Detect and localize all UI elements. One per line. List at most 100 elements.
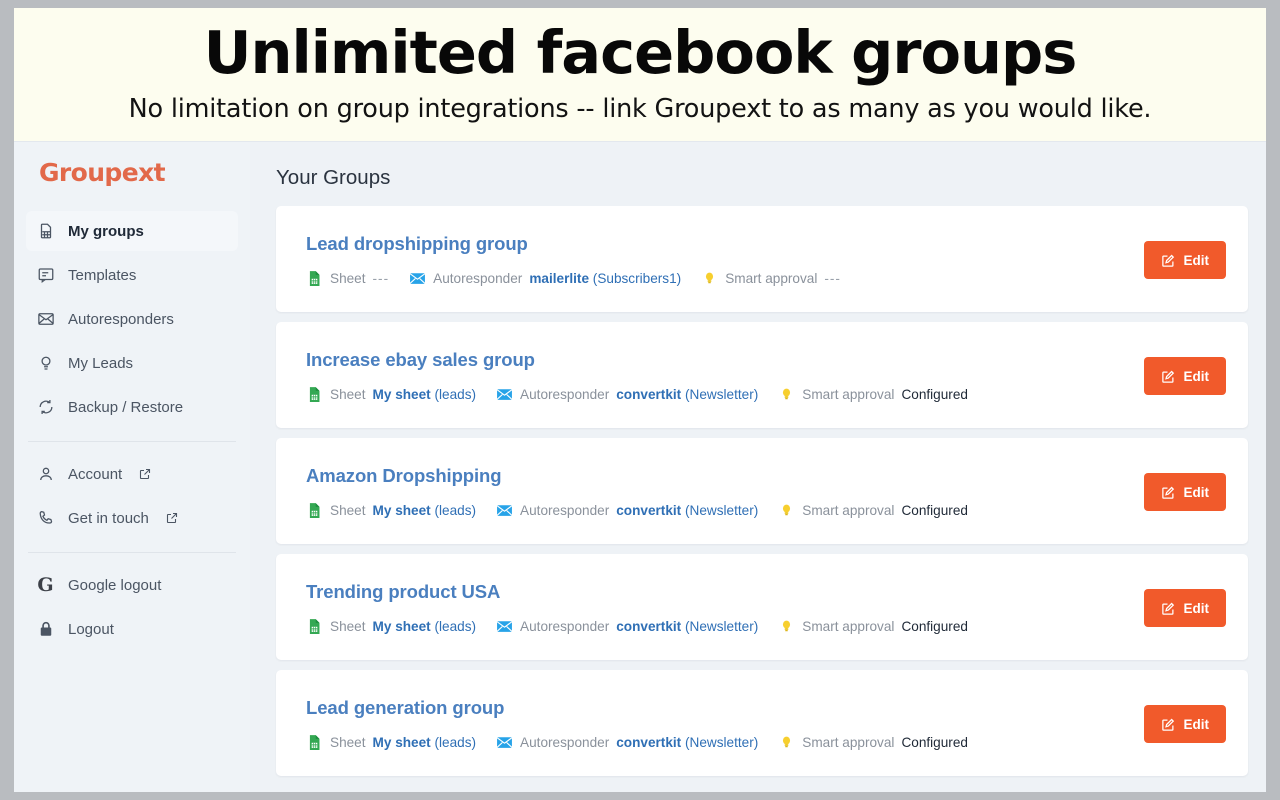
edit-group-button[interactable]: Edit bbox=[1143, 357, 1226, 396]
group-card-body: Increase ebay sales group Sheet My sheet (… bbox=[306, 349, 1126, 403]
sheet-value[interactable]: My sheet (leads) bbox=[373, 503, 477, 518]
smart-approval-value: Configured bbox=[901, 503, 968, 519]
smart-approval-value: Configured bbox=[901, 387, 968, 403]
autoresponder-label: Autoresponder bbox=[520, 619, 610, 635]
group-card: Amazon Dropshipping Sheet My sheet (leads)… bbox=[276, 438, 1248, 545]
mail-blue-icon bbox=[496, 618, 513, 635]
pencil-square-icon bbox=[1161, 601, 1176, 616]
sidebar-item-label: Logout bbox=[68, 620, 114, 638]
smart-approval-label: Smart approval bbox=[802, 735, 895, 751]
sidebar-item-my-groups[interactable]: My groups bbox=[26, 211, 238, 252]
group-meta-row: Sheet My sheet (leads) Autoresponder conver… bbox=[306, 502, 1126, 519]
smart-approval-meta: Smart approval --- bbox=[701, 270, 841, 287]
smart-approval-value: --- bbox=[824, 271, 841, 287]
google-g-icon: G bbox=[37, 573, 54, 596]
page-title: Your Groups bbox=[276, 166, 391, 190]
smart-approval-meta: Smart approval Configured bbox=[778, 618, 968, 635]
autoresponder-value[interactable]: convertkit (Newsletter) bbox=[616, 619, 758, 634]
group-card-body: Amazon Dropshipping Sheet My sheet (leads)… bbox=[306, 465, 1126, 519]
sheets-doc-icon bbox=[306, 618, 323, 635]
pencil-square-icon bbox=[1161, 253, 1176, 268]
autoresponder-value[interactable]: convertkit (Newsletter) bbox=[616, 503, 758, 518]
external-link-icon bbox=[139, 468, 151, 480]
promo-title: Unlimited facebook groups bbox=[203, 18, 1078, 87]
sidebar-item-autoresponders[interactable]: Autoresponders bbox=[26, 299, 238, 339]
sheets-doc-icon bbox=[306, 734, 323, 751]
sheet-label: Sheet bbox=[330, 503, 366, 519]
group-card-body: Trending product USA Sheet My sheet (leads… bbox=[306, 581, 1126, 635]
sidebar-item-label: Autoresponders bbox=[68, 310, 174, 328]
sidebar-item-get-in-touch[interactable]: Get in touch bbox=[26, 498, 238, 538]
sidebar-item-label: Account bbox=[68, 465, 123, 483]
sidebar-item-label: My groups bbox=[68, 222, 144, 240]
autoresponder-label: Autoresponder bbox=[520, 503, 610, 519]
bulb-yellow-icon bbox=[778, 618, 795, 635]
group-name-link[interactable]: Lead generation group bbox=[306, 697, 1126, 719]
group-meta-row: Sheet My sheet (leads) Autoresponder conver… bbox=[306, 618, 1126, 635]
promo-banner: Unlimited facebook groups No limitation … bbox=[14, 8, 1266, 142]
user-icon bbox=[36, 465, 55, 484]
sheet-label: Sheet bbox=[330, 271, 366, 287]
promo-subtitle: No limitation on group integrations -- l… bbox=[128, 93, 1152, 124]
sidebar-divider-1 bbox=[28, 441, 236, 443]
sheet-meta: Sheet My sheet (leads) bbox=[306, 502, 476, 519]
autoresponder-label: Autoresponder bbox=[520, 735, 610, 751]
autoresponder-value[interactable]: convertkit (Newsletter) bbox=[616, 387, 758, 402]
group-name-link[interactable]: Increase ebay sales group bbox=[306, 349, 1126, 371]
sidebar-item-label: Backup / Restore bbox=[68, 398, 184, 416]
sheet-meta: Sheet --- bbox=[306, 270, 389, 287]
sheet-meta: Sheet My sheet (leads) bbox=[306, 618, 476, 635]
sidebar-nav-secondary: Account Get in touch bbox=[26, 454, 238, 542]
pencil-square-icon bbox=[1161, 485, 1176, 500]
sidebar-item-account[interactable]: Account bbox=[26, 454, 238, 494]
group-name-link[interactable]: Amazon Dropshipping bbox=[306, 465, 1126, 487]
group-meta-row: Sheet --- Autoresponder mailerlite (Subscri… bbox=[306, 270, 1126, 287]
smart-approval-meta: Smart approval Configured bbox=[778, 386, 968, 403]
edit-group-button[interactable]: Edit bbox=[1143, 473, 1226, 512]
smart-approval-label: Smart approval bbox=[802, 387, 895, 403]
sheet-value[interactable]: My sheet (leads) bbox=[373, 619, 477, 634]
edit-button-label: Edit bbox=[1183, 252, 1210, 268]
sidebar-item-logout[interactable]: Logout bbox=[26, 609, 238, 649]
mail-blue-icon bbox=[496, 502, 513, 519]
app-viewport: Unlimited facebook groups No limitation … bbox=[14, 8, 1266, 792]
group-card-body: Lead dropshipping group Sheet --- Autorespo… bbox=[306, 233, 1126, 287]
sheet-value-empty: --- bbox=[372, 271, 390, 287]
smart-approval-label: Smart approval bbox=[802, 619, 895, 635]
bulb-yellow-icon bbox=[778, 386, 795, 403]
sheet-page-icon bbox=[36, 222, 55, 241]
autoresponder-meta: Autoresponder convertkit (Newsletter) bbox=[496, 502, 758, 519]
smart-approval-value: Configured bbox=[901, 619, 968, 635]
autoresponder-label: Autoresponder bbox=[433, 271, 523, 287]
sidebar-item-my-leads[interactable]: My Leads bbox=[26, 343, 238, 383]
autoresponder-value[interactable]: convertkit (Newsletter) bbox=[616, 735, 758, 750]
sidebar-item-backup-restore[interactable]: Backup / Restore bbox=[26, 387, 238, 427]
autoresponder-meta: Autoresponder mailerlite (Subscribers1) bbox=[409, 270, 681, 287]
sidebar-item-label: Templates bbox=[68, 266, 137, 284]
edit-group-button[interactable]: Edit bbox=[1143, 705, 1226, 744]
pencil-square-icon bbox=[1161, 369, 1176, 384]
brand-logo[interactable]: Groupext bbox=[26, 142, 238, 191]
edit-button-label: Edit bbox=[1183, 484, 1210, 500]
main-content: Your Groups Lead dropshipping group Sheet… bbox=[250, 142, 1266, 792]
mail-blue-icon bbox=[409, 270, 426, 287]
edit-group-button[interactable]: Edit bbox=[1143, 589, 1226, 628]
autoresponder-value[interactable]: mailerlite (Subscribers1) bbox=[529, 271, 681, 286]
refresh-cycle-icon bbox=[36, 398, 55, 417]
sheets-doc-icon bbox=[306, 502, 323, 519]
smart-approval-label: Smart approval bbox=[725, 271, 818, 287]
group-name-link[interactable]: Lead dropshipping group bbox=[306, 233, 1126, 255]
edit-group-button[interactable]: Edit bbox=[1143, 241, 1226, 280]
sheet-value[interactable]: My sheet (leads) bbox=[373, 387, 477, 402]
sidebar-item-google-logout[interactable]: G Google logout bbox=[26, 565, 238, 605]
sheet-value[interactable]: My sheet (leads) bbox=[373, 735, 477, 750]
group-name-link[interactable]: Trending product USA bbox=[306, 581, 1126, 603]
sidebar-item-label: My Leads bbox=[68, 354, 134, 372]
group-card: Lead generation group Sheet My sheet (lead… bbox=[276, 670, 1248, 777]
lightbulb-icon bbox=[36, 354, 55, 373]
smart-approval-meta: Smart approval Configured bbox=[778, 502, 968, 519]
autoresponder-meta: Autoresponder convertkit (Newsletter) bbox=[496, 734, 758, 751]
sheets-doc-icon bbox=[306, 386, 323, 403]
sidebar-item-templates[interactable]: Templates bbox=[26, 255, 238, 295]
group-meta-row: Sheet My sheet (leads) Autoresponder conver… bbox=[306, 386, 1126, 403]
